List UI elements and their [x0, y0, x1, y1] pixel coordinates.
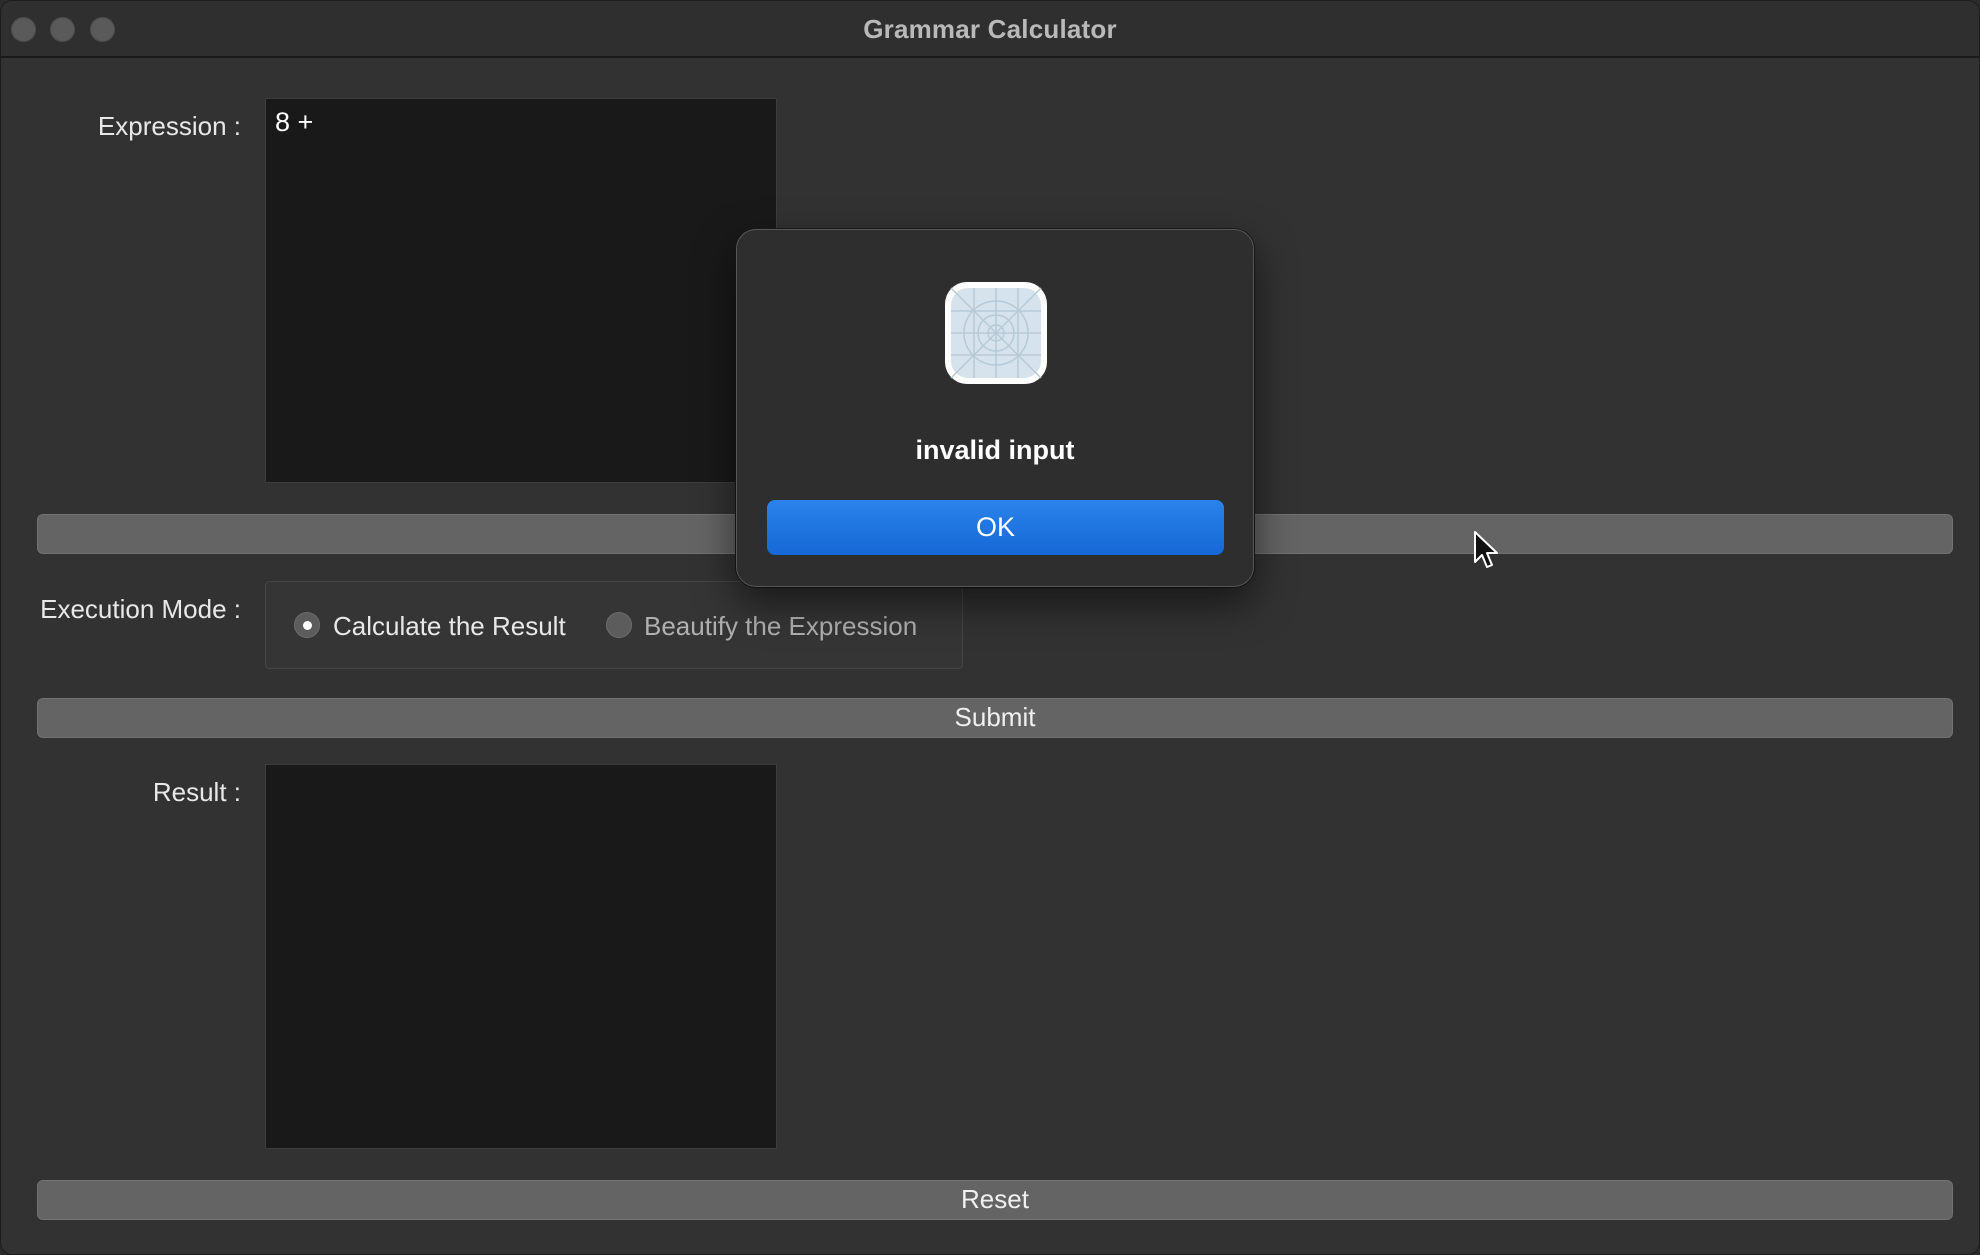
title-bar[interactable]: Grammar Calculator	[1, 1, 1979, 58]
expression-input[interactable]: 8 +	[265, 98, 777, 483]
app-window: Grammar Calculator Expression : 8 + Exec…	[0, 0, 1980, 1255]
reset-button[interactable]: Reset	[37, 1180, 1953, 1220]
window-title: Grammar Calculator	[863, 14, 1117, 44]
ok-button[interactable]: OK	[767, 500, 1224, 555]
generic-app-icon	[944, 281, 1048, 385]
dialog-message: invalid input	[915, 435, 1075, 465]
expression-label: Expression :	[97, 111, 241, 141]
execution-mode-group: Calculate the Result Beautify the Expres…	[265, 581, 963, 669]
radio-calculate-label[interactable]: Calculate the Result	[333, 611, 566, 642]
radio-calculate[interactable]	[294, 612, 320, 638]
result-label: Result :	[152, 777, 241, 807]
result-output[interactable]	[265, 764, 777, 1149]
mouse-pointer-icon	[1472, 530, 1502, 572]
submit-button[interactable]: Submit	[37, 698, 1953, 738]
radio-beautify-label[interactable]: Beautify the Expression	[644, 611, 917, 642]
radio-beautify[interactable]	[606, 612, 632, 638]
execution-mode-label: Execution Mode :	[40, 594, 241, 624]
alert-dialog: invalid input OK	[736, 229, 1254, 587]
